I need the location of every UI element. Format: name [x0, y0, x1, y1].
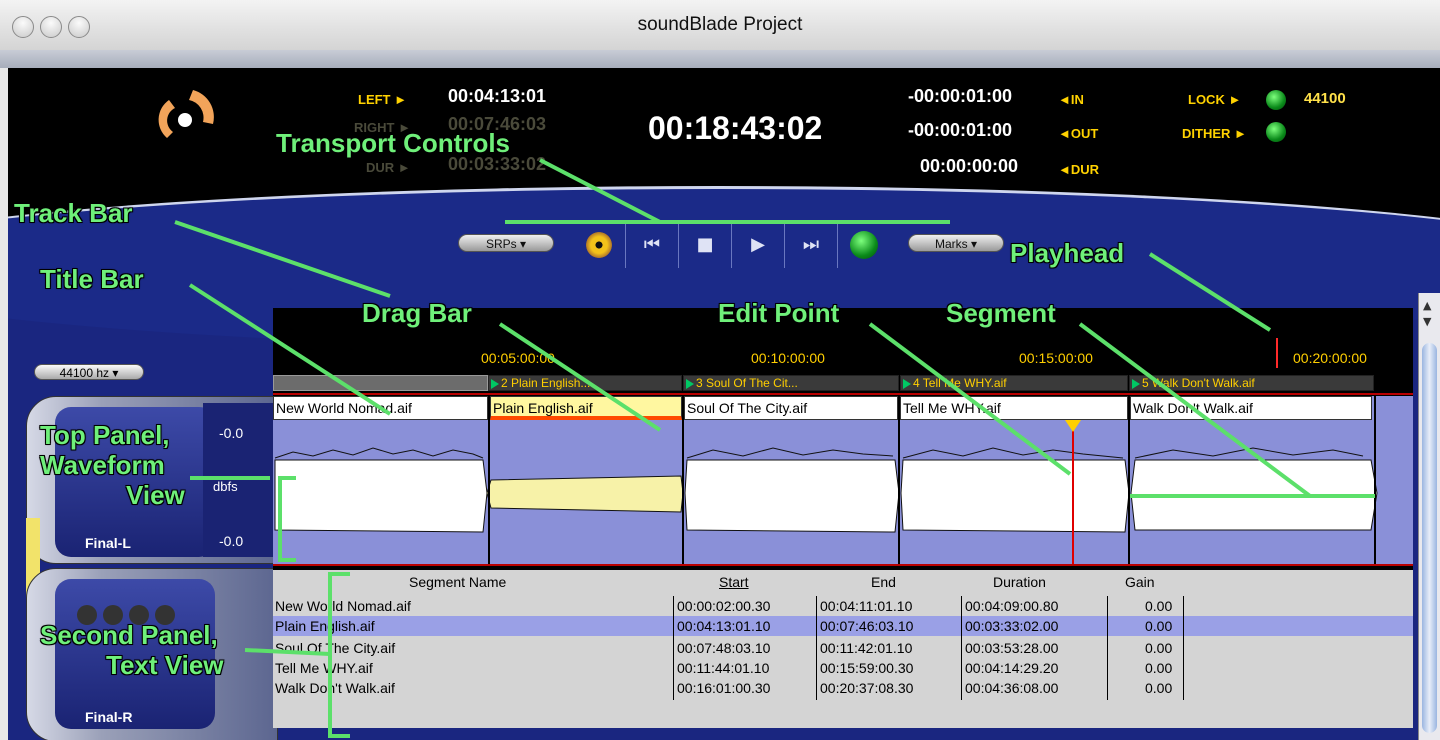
annotation-playhead: Playhead	[1010, 238, 1125, 268]
annotation-segment: Segment	[946, 298, 1056, 328]
annotation-title-bar: Title Bar	[40, 264, 144, 294]
annotation-transport-controls: Transport Controls	[276, 128, 511, 158]
annotation-second-panel-line1: Second Panel,	[40, 620, 218, 650]
annotation-second-panel-line2: Text View	[106, 650, 224, 680]
annotation-drag-bar: Drag Bar	[362, 298, 472, 328]
annotation-track-bar: Track Bar	[14, 198, 133, 228]
annotation-top-panel-line2: Waveform	[40, 450, 165, 480]
annotation-top-panel-line1: Top Panel,	[40, 420, 170, 450]
annotation-edit-point: Edit Point	[718, 298, 840, 328]
annotation-top-panel-line3: View	[126, 480, 185, 510]
